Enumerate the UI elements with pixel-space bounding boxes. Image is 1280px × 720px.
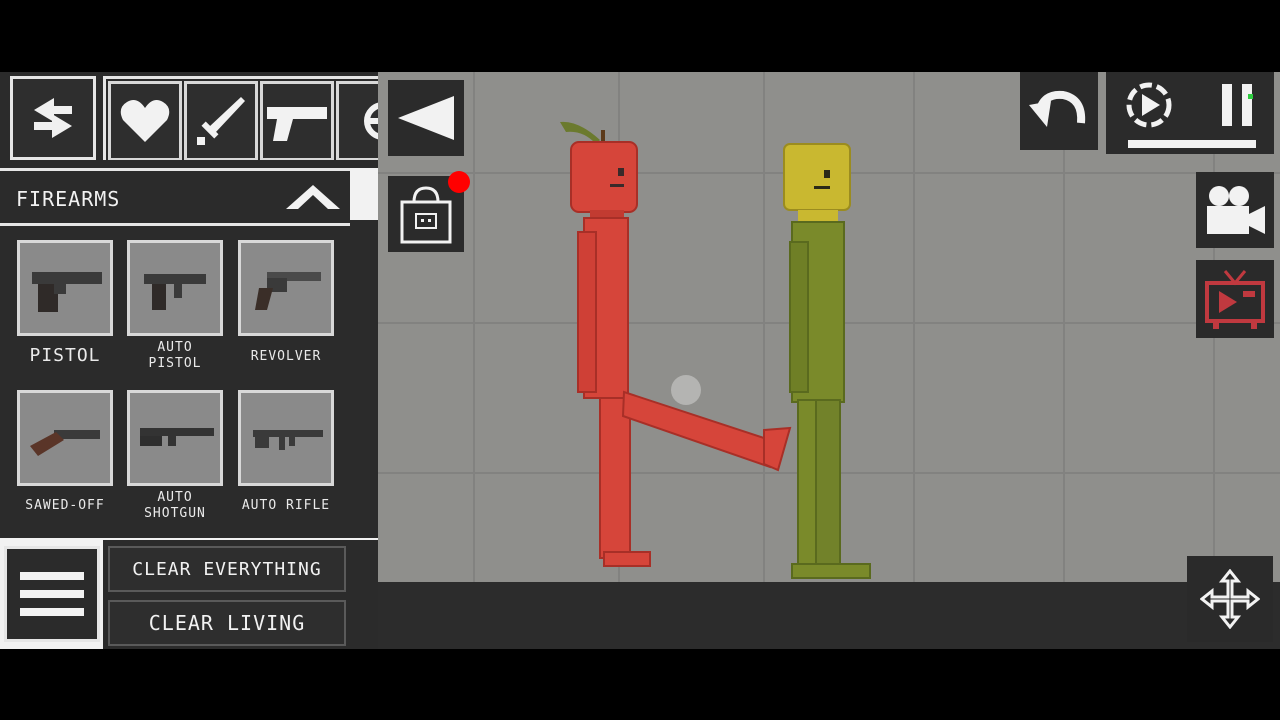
tv-button[interactable] [1196,260,1274,338]
auto-shotgun-icon [140,428,214,446]
swap-arrows-icon [34,98,72,138]
category-tab-partial[interactable] [336,81,378,160]
time-scale-bar[interactable] [1128,140,1256,148]
sawed-off-icon [30,430,100,456]
menu-button[interactable] [4,546,100,642]
item-label-auto-pistol: AUTO PISTOL [148,340,202,371]
slow-motion-icon[interactable] [1124,80,1174,130]
ragdoll-scene[interactable] [378,72,1280,649]
swap-button[interactable] [10,76,96,160]
notification-dot [448,171,470,193]
move-tool-button[interactable] [1187,556,1273,642]
category-tab-living[interactable] [108,81,182,160]
status-dot [1248,94,1253,99]
item-label-pistol: PISTOL [29,345,101,366]
camera-icon [1207,186,1265,234]
chevron-up-icon[interactable] [284,181,342,213]
move-arrows-icon [1200,569,1260,629]
category-title: FIREARMS [16,187,121,211]
camera-button[interactable] [1196,172,1274,248]
pistol-icon [32,272,102,312]
item-slot-pistol[interactable] [17,240,113,336]
item-label-sawed-off: SAWED-OFF [25,498,105,513]
hamburger-menu-icon [20,572,84,616]
partial-category-icon [364,102,378,140]
item-label-auto-shotgun: AUTO SHOTGUN [144,490,206,521]
auto-rifle-icon [253,430,323,450]
pistol-icon [267,107,327,141]
item-slot-sawed-off[interactable] [17,390,113,486]
triangle-left-icon [398,96,454,140]
tv-icon [1205,270,1265,329]
auto-pistol-icon [144,274,206,310]
revolver-icon [255,272,321,310]
category-tab-strip[interactable] [103,76,378,160]
collapse-panel-button[interactable] [388,80,464,156]
category-header: FIREARMS [0,168,350,226]
apple-ragdoll [560,121,792,567]
time-controls [1106,72,1274,154]
touch-cursor [671,375,701,405]
item-slot-auto-pistol[interactable] [127,240,223,336]
item-slot-auto-rifle[interactable] [238,390,334,486]
category-tab-melee[interactable] [184,81,258,160]
item-slot-revolver[interactable] [238,240,334,336]
item-slot-auto-shotgun[interactable] [127,390,223,486]
category-tab-firearms[interactable] [260,81,334,160]
sword-icon [197,97,245,145]
undo-icon [1029,90,1086,127]
item-label-auto-rifle: AUTO RIFLE [241,498,331,513]
pause-icon[interactable] [1218,80,1258,130]
corn-ragdoll [783,143,871,579]
panel-scroll-indicator[interactable] [350,168,378,220]
heart-icon [120,100,170,142]
game-world[interactable] [378,72,1280,649]
shopping-bag-icon [400,186,452,244]
clear-everything-button[interactable]: CLEAR EVERYTHING [108,546,346,592]
undo-button[interactable] [1020,72,1098,150]
clear-living-button[interactable]: CLEAR LIVING [108,600,346,646]
item-label-revolver: REVOLVER [250,349,322,364]
